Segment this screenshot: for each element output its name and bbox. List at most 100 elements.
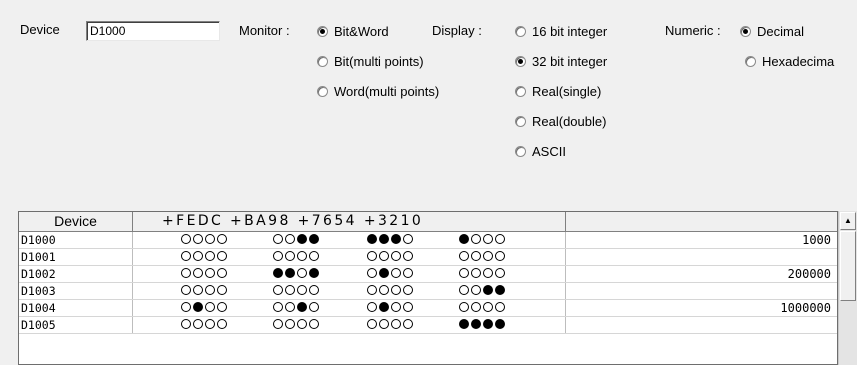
radio-icon[interactable] <box>745 55 756 67</box>
numeric-option-decimal[interactable]: Decimal <box>740 23 804 39</box>
bit-off-icon[interactable] <box>217 319 227 329</box>
bit-on-icon[interactable] <box>367 234 377 244</box>
bit-off-icon[interactable] <box>205 285 215 295</box>
bit-off-icon[interactable] <box>471 302 481 312</box>
bit-on-icon[interactable] <box>495 319 505 329</box>
monitor-option-word-multi[interactable]: Word(multi points) <box>317 83 439 99</box>
bit-off-icon[interactable] <box>403 285 413 295</box>
bit-off-icon[interactable] <box>403 302 413 312</box>
radio-icon[interactable] <box>317 25 328 37</box>
bit-off-icon[interactable] <box>217 234 227 244</box>
bit-off-icon[interactable] <box>205 319 215 329</box>
bit-off-icon[interactable] <box>459 251 469 261</box>
bit-off-icon[interactable] <box>459 285 469 295</box>
bit-on-icon[interactable] <box>297 302 307 312</box>
bit-off-icon[interactable] <box>205 302 215 312</box>
bit-off-icon[interactable] <box>459 268 469 278</box>
bit-off-icon[interactable] <box>285 285 295 295</box>
bit-off-icon[interactable] <box>193 285 203 295</box>
bit-off-icon[interactable] <box>471 251 481 261</box>
bit-off-icon[interactable] <box>217 302 227 312</box>
scrollbar-thumb[interactable] <box>840 231 856 301</box>
radio-icon[interactable] <box>515 115 526 127</box>
bit-off-icon[interactable] <box>367 251 377 261</box>
radio-icon[interactable] <box>515 85 526 97</box>
bit-on-icon[interactable] <box>297 234 307 244</box>
bit-off-icon[interactable] <box>181 234 191 244</box>
bit-on-icon[interactable] <box>483 319 493 329</box>
bit-off-icon[interactable] <box>483 251 493 261</box>
bit-off-icon[interactable] <box>273 319 283 329</box>
radio-icon[interactable] <box>317 55 328 67</box>
bit-on-icon[interactable] <box>459 234 469 244</box>
bit-off-icon[interactable] <box>181 268 191 278</box>
bit-off-icon[interactable] <box>297 268 307 278</box>
bit-off-icon[interactable] <box>273 251 283 261</box>
monitor-option-bit-multi[interactable]: Bit(multi points) <box>317 53 439 69</box>
table-row[interactable]: D1000 1000 <box>19 232 837 249</box>
bit-off-icon[interactable] <box>367 302 377 312</box>
bit-off-icon[interactable] <box>309 319 319 329</box>
bit-off-icon[interactable] <box>285 319 295 329</box>
bit-off-icon[interactable] <box>471 234 481 244</box>
bit-off-icon[interactable] <box>495 234 505 244</box>
bit-off-icon[interactable] <box>309 285 319 295</box>
bit-off-icon[interactable] <box>379 285 389 295</box>
table-row[interactable]: D1001 <box>19 249 837 266</box>
bit-on-icon[interactable] <box>483 285 493 295</box>
bit-off-icon[interactable] <box>273 302 283 312</box>
bit-off-icon[interactable] <box>391 268 401 278</box>
bit-off-icon[interactable] <box>205 251 215 261</box>
bit-off-icon[interactable] <box>285 251 295 261</box>
display-option-ascii[interactable]: ASCII <box>515 143 607 159</box>
bit-off-icon[interactable] <box>495 268 505 278</box>
bit-off-icon[interactable] <box>205 268 215 278</box>
radio-icon[interactable] <box>515 55 526 67</box>
bit-off-icon[interactable] <box>367 268 377 278</box>
bit-off-icon[interactable] <box>193 319 203 329</box>
bit-off-icon[interactable] <box>391 319 401 329</box>
bit-off-icon[interactable] <box>403 268 413 278</box>
bit-off-icon[interactable] <box>217 268 227 278</box>
bit-off-icon[interactable] <box>297 285 307 295</box>
radio-icon[interactable] <box>740 25 751 37</box>
bit-off-icon[interactable] <box>285 234 295 244</box>
bit-on-icon[interactable] <box>379 302 389 312</box>
vertical-scrollbar[interactable]: ▲ <box>838 211 857 365</box>
bit-on-icon[interactable] <box>193 302 203 312</box>
bit-on-icon[interactable] <box>391 234 401 244</box>
device-monitor-grid[interactable]: Device +FEDC +BA98 +7654 +3210 D1000 1000… <box>18 211 838 365</box>
bit-off-icon[interactable] <box>379 319 389 329</box>
bit-off-icon[interactable] <box>217 285 227 295</box>
radio-icon[interactable] <box>317 85 328 97</box>
bit-off-icon[interactable] <box>285 302 295 312</box>
bit-off-icon[interactable] <box>379 251 389 261</box>
bit-off-icon[interactable] <box>193 251 203 261</box>
display-option-32bit[interactable]: 32 bit integer <box>515 53 607 69</box>
table-row[interactable]: D1003 <box>19 283 837 300</box>
bit-off-icon[interactable] <box>367 285 377 295</box>
bit-off-icon[interactable] <box>193 268 203 278</box>
display-option-16bit[interactable]: 16 bit integer <box>515 23 607 39</box>
bit-off-icon[interactable] <box>181 302 191 312</box>
bit-off-icon[interactable] <box>403 234 413 244</box>
display-option-real-single[interactable]: Real(single) <box>515 83 607 99</box>
bit-off-icon[interactable] <box>297 251 307 261</box>
bit-off-icon[interactable] <box>483 302 493 312</box>
bit-on-icon[interactable] <box>309 234 319 244</box>
bit-on-icon[interactable] <box>471 319 481 329</box>
bit-off-icon[interactable] <box>459 302 469 312</box>
triangle-up-icon[interactable]: ▲ <box>840 212 856 230</box>
bit-off-icon[interactable] <box>273 285 283 295</box>
bit-off-icon[interactable] <box>483 268 493 278</box>
bit-on-icon[interactable] <box>459 319 469 329</box>
table-row[interactable]: D1005 <box>19 317 837 334</box>
bit-on-icon[interactable] <box>379 268 389 278</box>
bit-off-icon[interactable] <box>367 319 377 329</box>
radio-icon[interactable] <box>515 25 526 37</box>
bit-off-icon[interactable] <box>403 319 413 329</box>
monitor-option-bit-word[interactable]: Bit&Word <box>317 23 439 39</box>
table-row[interactable]: D1002 200000 <box>19 266 837 283</box>
bit-on-icon[interactable] <box>495 285 505 295</box>
bit-off-icon[interactable] <box>309 302 319 312</box>
